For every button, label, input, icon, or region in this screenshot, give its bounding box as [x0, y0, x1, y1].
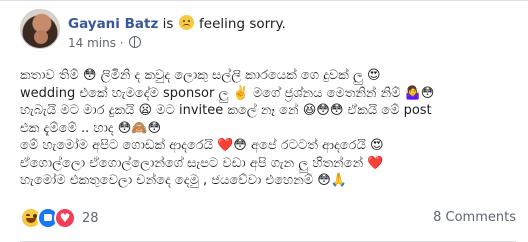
globe-icon[interactable] — [129, 36, 142, 48]
timestamp[interactable]: 14 mins — [68, 36, 116, 50]
post-line: ඒගොල්ලො ඒගොල්ලොන්ගේ සැපට වඩා අපි ගැන ලු … — [20, 155, 384, 171]
meta-separator: · — [119, 36, 124, 50]
post-headline: Gayani Batz is feeling sorry. — [68, 15, 286, 32]
feeling-label[interactable]: feeling sorry. — [199, 16, 286, 32]
post-line: හැමෝම එකතුවෙලා චන්දෙ දෙමු , ජයවේවා එහෙනම… — [20, 173, 348, 188]
facebook-post: Gayani Batz is feeling sorry. 14 mins · … — [0, 0, 528, 242]
comments-link[interactable]: 8 Comments — [433, 210, 516, 225]
avatar[interactable] — [20, 9, 60, 49]
reactions-summary[interactable]: 28 — [20, 207, 99, 229]
love-icon[interactable] — [54, 207, 76, 229]
post-line: කතාව තිම් 😳 ලිමිනි ද කවුද ලොකු සල්ලි කාර… — [20, 68, 381, 83]
is-label: is — [162, 16, 174, 32]
post-line: හැබැයි මට මාර දුකයි 😦 මට invitee කලේ නෑ … — [20, 103, 432, 118]
post-meta: 14 mins · — [68, 36, 142, 50]
post-footer: 28 8 Comments — [20, 201, 516, 231]
post-body: කතාව තිම් 😳 ලිමිනි ද කවුද ලොකු සල්ලි කාර… — [20, 67, 520, 190]
reaction-count[interactable]: 28 — [82, 211, 99, 226]
post-line: මේ හැමෝම අපිට ගොඩක් ආදරෙයි ❤️😳 අපේ රටටත්… — [20, 138, 384, 153]
author-name[interactable]: Gayani Batz — [68, 16, 158, 32]
post-line: එක දැම්මේ .. හාද 😳🙈😳 — [20, 120, 162, 136]
sad-face-icon — [178, 15, 194, 30]
post-line: wedding එකේ හැමදේම sponsor ලු ✌️ මගේ ජ්‍… — [20, 85, 435, 101]
